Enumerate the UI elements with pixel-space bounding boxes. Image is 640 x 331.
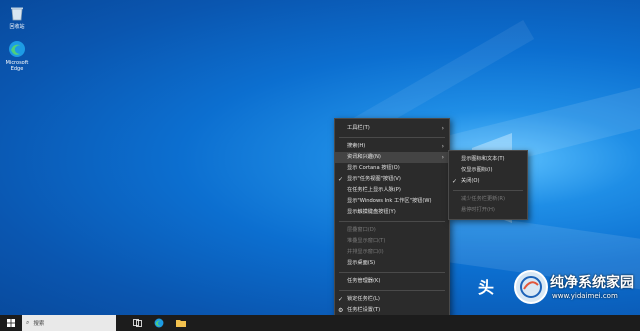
menu-item-label: 仅显示图标(I) — [461, 167, 493, 173]
menu-item-show-cortana[interactable]: 显示 Cortana 按钮(O) — [335, 163, 449, 174]
windows-start-icon — [7, 319, 15, 327]
menu-item-label: 搜索(H) — [347, 143, 366, 149]
menu-item-label: 任务栏设置(T) — [347, 307, 381, 313]
taskbar-file-explorer-button[interactable] — [170, 315, 192, 331]
menu-item-toolbars[interactable]: 工具栏(T) › — [335, 123, 449, 134]
desktop-icon-edge[interactable]: Microsoft Edge — [2, 40, 32, 72]
menu-item-label: 显示 Cortana 按钮(O) — [347, 165, 400, 171]
edge-icon — [8, 40, 26, 58]
menu-item-label: 堆叠显示窗口(T) — [347, 238, 386, 244]
menu-item-show-task-view[interactable]: ✓ 显示"任务视图"按钮(V) — [335, 174, 449, 185]
menu-item-show-desktop[interactable]: 显示桌面(S) — [335, 258, 449, 269]
menu-item-label: 悬停时打开(H) — [461, 207, 495, 213]
submenu-item-reduce-updates: 减少任务栏更新(R) — [449, 194, 527, 205]
checkmark-icon: ✓ — [338, 176, 344, 183]
menu-item-news-interests[interactable]: 资讯和兴趣(N) › — [335, 152, 449, 163]
watermark: 头 纯净系统家园 www.yidaimei.com — [470, 264, 640, 331]
desktop-icon-label: Microsoft Edge — [5, 60, 29, 72]
checkmark-icon: ✓ — [338, 296, 344, 303]
menu-separator — [339, 137, 445, 138]
menu-separator — [339, 221, 445, 222]
watermark-brand-left: 头 — [478, 278, 495, 297]
task-view-icon — [132, 319, 142, 327]
desktop-icon-label: 回收站 — [9, 24, 25, 30]
menu-item-show-people[interactable]: 在任务栏上显示人脉(P) — [335, 185, 449, 196]
submenu-item-icon-and-text[interactable]: 显示图标和文本(T) — [449, 154, 527, 165]
watermark-title: 纯净系统家园 — [550, 275, 634, 291]
checkmark-icon: ✓ — [452, 178, 458, 185]
menu-separator — [339, 290, 445, 291]
submenu-item-turn-off[interactable]: ✓ 关闭(O) — [449, 176, 527, 187]
search-icon: ⌕ — [26, 319, 30, 326]
menu-item-label: 锁定任务栏(L) — [347, 296, 380, 302]
news-interests-submenu: 显示图标和文本(T) 仅显示图标(I) ✓ 关闭(O) 减少任务栏更新(R) 悬停… — [448, 150, 528, 220]
menu-item-show-windows-ink[interactable]: 显示"Windows Ink 工作区"按钮(W) — [335, 196, 449, 207]
taskbar-search-box[interactable]: ⌕ 搜索 — [22, 315, 116, 331]
menu-item-cascade-windows: 层叠窗口(D) — [335, 225, 449, 236]
start-button[interactable] — [0, 315, 22, 331]
menu-item-label: 显示图标和文本(T) — [461, 156, 505, 162]
menu-item-label: 减少任务栏更新(R) — [461, 196, 505, 202]
menu-item-label: 在任务栏上显示人脉(P) — [347, 187, 401, 193]
desktop-icon-recycle-bin[interactable]: 回收站 — [2, 4, 32, 30]
menu-item-search[interactable]: 搜索(H) › — [335, 141, 449, 152]
menu-item-label: 层叠窗口(D) — [347, 227, 376, 233]
menu-item-side-by-side: 并排显示窗口(I) — [335, 247, 449, 258]
menu-item-label: 工具栏(T) — [347, 125, 370, 131]
menu-item-label: 显示"任务视图"按钮(V) — [347, 176, 401, 182]
watermark-url: www.yidaimei.com — [552, 292, 618, 300]
chevron-right-icon: › — [441, 143, 444, 150]
taskbar-edge-button[interactable] — [148, 315, 170, 331]
taskbar-context-menu: 工具栏(T) › 搜索(H) › 资讯和兴趣(N) › 显示 Cortana 按钮(O… — [334, 118, 450, 320]
menu-item-task-manager[interactable]: 任务管理器(K) — [335, 276, 449, 287]
chevron-right-icon: › — [441, 125, 444, 132]
recycle-bin-icon — [8, 4, 26, 22]
menu-separator — [339, 272, 445, 273]
submenu-item-open-on-hover: 悬停时打开(H) — [449, 205, 527, 216]
menu-item-label: 关闭(O) — [461, 178, 480, 184]
watermark-logo — [514, 270, 548, 304]
menu-item-label: 显示桌面(S) — [347, 260, 376, 266]
menu-item-label: 任务管理器(K) — [347, 278, 381, 284]
globe-icon — [520, 276, 542, 298]
menu-item-label: 显示触摸键盘按钮(Y) — [347, 209, 396, 215]
menu-item-show-touch-keyboard[interactable]: 显示触摸键盘按钮(Y) — [335, 207, 449, 218]
menu-item-label: 显示"Windows Ink 工作区"按钮(W) — [347, 198, 432, 204]
menu-separator — [453, 190, 523, 191]
edge-icon — [154, 318, 164, 328]
menu-item-label: 资讯和兴趣(N) — [347, 154, 381, 160]
search-placeholder: 搜索 — [33, 321, 45, 327]
chevron-right-icon: › — [441, 154, 444, 161]
menu-item-stack-windows: 堆叠显示窗口(T) — [335, 236, 449, 247]
menu-item-label: 并排显示窗口(I) — [347, 249, 384, 255]
task-view-button[interactable] — [126, 315, 148, 331]
submenu-item-icon-only[interactable]: 仅显示图标(I) — [449, 165, 527, 176]
folder-icon — [176, 320, 186, 327]
menu-item-lock-taskbar[interactable]: ✓ 锁定任务栏(L) — [335, 294, 449, 305]
